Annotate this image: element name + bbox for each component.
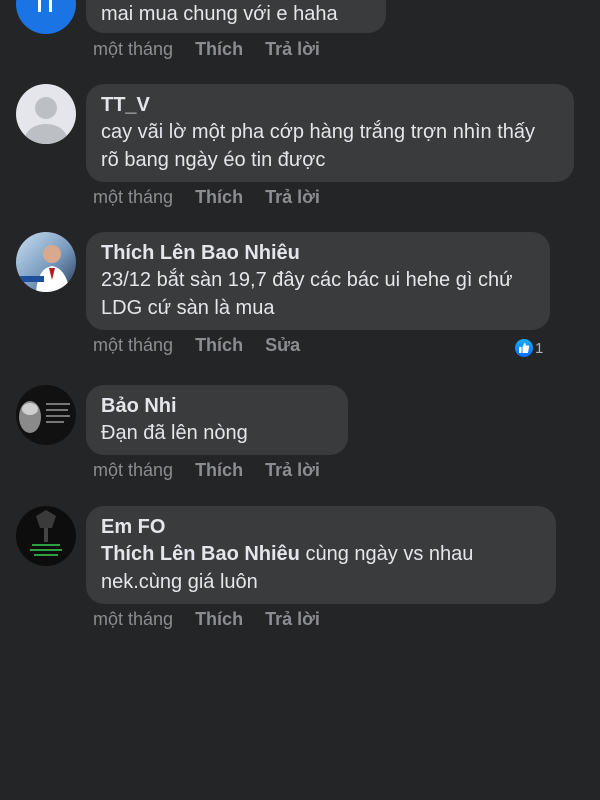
comment-actions: một tháng Thích Trả lời [93,187,320,208]
comment-time: một tháng [93,187,174,207]
reply-button[interactable]: Trả lời [265,460,320,481]
comment-item: TT_V cay vãi lờ một pha cớp hàng trắng t… [0,84,600,214]
comment-actions: một tháng Thích Trả lời [93,39,320,60]
reply-button[interactable]: Trả lời [265,187,320,208]
comment-bubble: mai mua chung với e haha [86,0,386,33]
default-avatar-icon [25,97,67,144]
edit-button[interactable]: Sửa [265,335,300,356]
avatar[interactable] [16,84,76,144]
comment-text: cay vãi lờ một pha cớp hàng trắng trợn n… [101,121,536,171]
mention-link[interactable]: Thích Lên Bao Nhiêu [101,543,300,565]
reply-button[interactable]: Trả lời [265,609,320,630]
comment-author[interactable]: Em FO [101,514,540,540]
comment-text: Thích Lên Bao Nhiêu cùng ngày vs nhau ne… [101,540,540,596]
comment-time: một tháng [93,39,174,59]
like-button[interactable]: Thích [195,609,243,630]
profile-photo-icon [20,245,70,292]
comment-item: Em FO Thích Lên Bao Nhiêu cùng ngày vs n… [0,506,600,636]
comment-item: Bảo Nhi Đạn đã lên nòng một tháng Thích … [0,385,600,485]
comment-actions: một tháng Thích Trả lời [93,609,320,630]
like-button[interactable]: Thích [195,39,243,60]
avatar[interactable] [16,0,76,34]
comment-bubble: Em FO Thích Lên Bao Nhiêu cùng ngày vs n… [86,506,556,604]
comment-item: mai mua chung với e haha một tháng Thích… [0,0,600,70]
avatar[interactable] [16,232,76,292]
reaction-summary[interactable]: 1 [515,339,543,357]
comment-author[interactable]: TT_V [101,92,558,118]
comment-author[interactable]: Bảo Nhi [101,393,332,419]
comment-author[interactable]: Thích Lên Bao Nhiêu [101,240,534,266]
thumbs-up-icon [515,339,533,357]
comment-time: một tháng [93,335,174,355]
comment-bubble: Thích Lên Bao Nhiêu 23/12 bắt sàn 19,7 đ… [86,232,550,330]
reaction-count: 1 [535,339,544,357]
like-button[interactable]: Thích [195,335,243,356]
comment-bubble: TT_V cay vãi lờ một pha cớp hàng trắng t… [86,84,574,182]
comment-text: mai mua chung với e haha [101,3,338,25]
comment-item: Thích Lên Bao Nhiêu 23/12 bắt sàn 19,7 đ… [0,232,600,362]
comment-actions: một tháng Thích Sửa [93,335,300,356]
comment-time: một tháng [93,609,174,629]
profile-photo-icon [19,401,70,433]
comment-text: 23/12 bắt sàn 19,7 đây các bác ui hehe g… [101,269,513,319]
reply-button[interactable]: Trả lời [265,39,320,60]
profile-photo-icon [30,510,62,556]
like-button[interactable]: Thích [195,187,243,208]
avatar[interactable] [16,506,76,566]
like-button[interactable]: Thích [195,460,243,481]
avatar[interactable] [16,385,76,445]
comment-text: Đạn đã lên nòng [101,422,248,444]
comment-actions: một tháng Thích Trả lời [93,460,320,481]
comment-time: một tháng [93,460,174,480]
comment-bubble: Bảo Nhi Đạn đã lên nòng [86,385,348,455]
